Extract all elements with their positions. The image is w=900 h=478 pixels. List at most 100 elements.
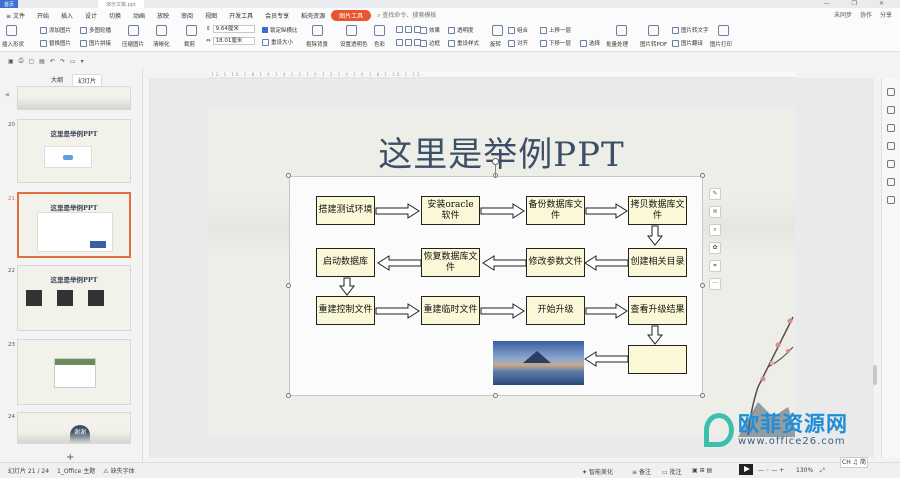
format-painter-icon[interactable]: ▭: [70, 58, 76, 65]
menu-file[interactable]: ≡ 文件: [0, 11, 31, 20]
collapse-panel-icon[interactable]: «: [5, 90, 10, 99]
layers-icon[interactable]: ≋: [709, 206, 721, 218]
time-icon[interactable]: [887, 178, 895, 186]
slide-thumbnail-19[interactable]: [17, 86, 131, 110]
zoom-icon[interactable]: ⌕: [709, 224, 721, 236]
zoom-level[interactable]: 130%: [796, 467, 813, 474]
comments-button[interactable]: ▭ 批注: [662, 467, 682, 476]
set-transparent-button[interactable]: [346, 25, 357, 36]
lock-ratio-checkbox[interactable]: 锁定纵横比: [262, 26, 298, 34]
home-tab[interactable]: 首页: [0, 0, 18, 8]
print-button[interactable]: [718, 25, 729, 36]
help-icon[interactable]: [887, 160, 895, 168]
menu-transition[interactable]: 切换: [103, 11, 127, 20]
shape-icon[interactable]: [887, 142, 895, 150]
menu-picture-tools[interactable]: 图片工具: [331, 9, 372, 21]
window-controls[interactable]: — ❐ ✕: [824, 0, 894, 7]
batch-button[interactable]: [616, 25, 627, 36]
width-input[interactable]: ⇔ 18.01厘米: [206, 37, 255, 45]
share-button[interactable]: 分享: [880, 10, 892, 19]
redo-icon[interactable]: ↷: [60, 58, 65, 65]
crop-button[interactable]: [186, 25, 197, 36]
send-backward-button[interactable]: 下移一层: [540, 39, 571, 47]
transparency-button[interactable]: 透明度: [448, 26, 474, 34]
to-pdf-button[interactable]: [648, 25, 659, 36]
multi-crop-button[interactable]: 多图轮播: [80, 26, 111, 34]
resize-handle[interactable]: [286, 173, 291, 178]
menu-docer[interactable]: 稻壳资源: [295, 11, 331, 20]
menu-review[interactable]: 审阅: [175, 11, 199, 20]
select-button[interactable]: 选择: [580, 39, 600, 47]
menu-insert[interactable]: 插入: [55, 11, 79, 20]
insert-shape-button[interactable]: [6, 25, 17, 36]
slide-thumbnail-24[interactable]: 谢谢: [17, 412, 131, 444]
combine-button[interactable]: 组合: [508, 26, 528, 34]
vertical-scrollbar[interactable]: [873, 365, 877, 385]
to-text-button[interactable]: 图片转文字: [672, 26, 709, 34]
print-icon[interactable]: ⎙: [19, 57, 24, 65]
resize-handle[interactable]: [700, 283, 705, 288]
fit-icon[interactable]: ⤢: [820, 467, 825, 475]
resize-handle[interactable]: [286, 393, 291, 398]
add-picture-button[interactable]: 添加图片: [40, 26, 71, 34]
menu-developer[interactable]: 开发工具: [223, 11, 259, 20]
ime-indicator[interactable]: CH ♫ 简: [840, 457, 868, 468]
color-button[interactable]: [374, 25, 385, 36]
height-value[interactable]: 9.64厘米: [212, 25, 255, 33]
slide-thumbnail-21[interactable]: 这里是举例PPT: [17, 192, 131, 258]
resize-handle[interactable]: [700, 393, 705, 398]
property-icon[interactable]: [887, 88, 895, 96]
collaborate-button[interactable]: 协作: [860, 10, 872, 19]
sharpen-button[interactable]: [156, 25, 167, 36]
document-tab[interactable]: 演示文稿.ppt: [98, 0, 144, 8]
remove-bg-button[interactable]: [312, 25, 323, 36]
theme-name[interactable]: 1_Office 主题: [57, 466, 95, 475]
menu-member[interactable]: 会员专享: [259, 11, 295, 20]
export-icon[interactable]: ▤: [39, 58, 45, 65]
resize-handle[interactable]: [700, 173, 705, 178]
missing-font-button[interactable]: ⚠ 缺失字体: [103, 466, 134, 475]
menu-slideshow[interactable]: 放映: [151, 11, 175, 20]
sync-status[interactable]: 未同步: [834, 10, 852, 19]
slide-thumbnail-23[interactable]: [17, 339, 131, 405]
slide-thumbnail-20[interactable]: 这里是举例PPT: [17, 119, 131, 183]
slide-title[interactable]: 这里是举例PPT: [208, 127, 795, 176]
width-value[interactable]: 18.01厘米: [212, 37, 255, 45]
slide-thumbnail-22[interactable]: 这里是举例PPT: [17, 265, 131, 331]
rotate-handle[interactable]: [492, 158, 499, 165]
play-slideshow-button[interactable]: [739, 464, 753, 475]
notes-button[interactable]: ≡ 备注: [632, 467, 651, 476]
save-icon[interactable]: ▣: [8, 58, 14, 65]
sliders-icon[interactable]: [887, 106, 895, 114]
border-button[interactable]: 边框: [420, 39, 440, 47]
menu-animation[interactable]: 动画: [127, 11, 151, 20]
rotate-button[interactable]: [492, 25, 503, 36]
compress-button[interactable]: [128, 25, 139, 36]
effects-button[interactable]: 效果: [420, 26, 440, 34]
effects-icon[interactable]: ✿: [709, 242, 721, 254]
menu-start[interactable]: 开始: [31, 11, 55, 20]
reset-style-button[interactable]: 重设样式: [448, 39, 479, 47]
animation-icon[interactable]: [887, 124, 895, 132]
translate-button[interactable]: 图片翻译: [672, 39, 703, 47]
location-icon[interactable]: [887, 196, 895, 204]
more-icon[interactable]: ▾: [81, 58, 84, 65]
reset-size-button[interactable]: 重设大小: [262, 38, 293, 46]
adjust-icons[interactable]: [396, 26, 421, 33]
more-icon[interactable]: ···: [709, 278, 721, 290]
align-button[interactable]: 对齐: [508, 39, 528, 47]
resize-handle[interactable]: [493, 393, 498, 398]
undo-icon[interactable]: ↶: [50, 58, 55, 65]
menu-design[interactable]: 设计: [79, 11, 103, 20]
edit-icon[interactable]: ✎: [709, 188, 721, 200]
picture-split-button[interactable]: 图片拼接: [80, 39, 111, 47]
adjust-icons-row2[interactable]: [396, 39, 421, 46]
menu-view[interactable]: 视图: [199, 11, 223, 20]
height-input[interactable]: ⇕ 9.64厘米: [206, 25, 255, 33]
insert-shape-label[interactable]: 插入形状: [2, 40, 24, 48]
smart-beautify-button[interactable]: ✦ 智能美化: [582, 467, 613, 476]
command-search[interactable]: ⌕ 查找命令、搜索模板: [377, 10, 436, 20]
replace-picture-button[interactable]: 替换图片: [40, 39, 71, 47]
zoom-slider[interactable]: — ◦ — +: [758, 467, 784, 474]
preview-icon[interactable]: ▢: [28, 58, 34, 65]
